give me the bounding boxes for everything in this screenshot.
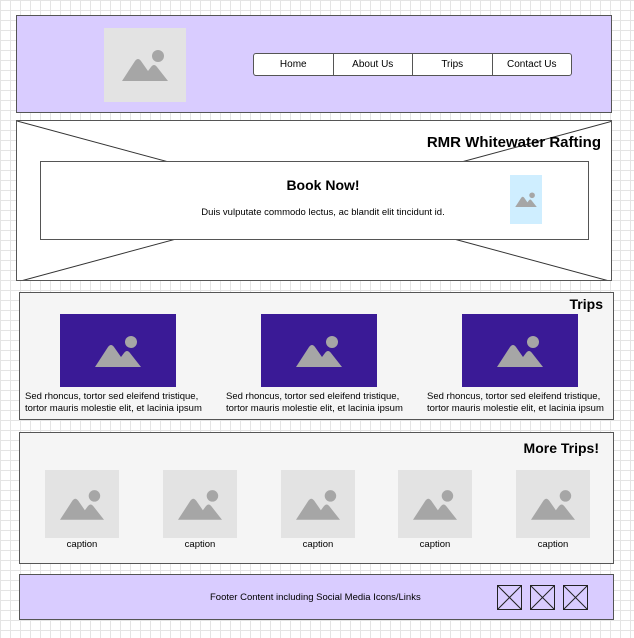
trip-description-3: Sed rhoncus, tortor sed eleifend tristiq… — [427, 391, 604, 415]
image-placeholder-icon — [60, 489, 104, 520]
trip-description-1: Sed rhoncus, tortor sed eleifend tristiq… — [25, 391, 202, 415]
logo-image-placeholder[interactable] — [104, 28, 186, 102]
book-now-image — [510, 175, 542, 224]
social-media-icon-1[interactable] — [497, 585, 522, 610]
more-trip-caption-2: caption — [184, 539, 216, 550]
image-placeholder-icon — [296, 335, 342, 367]
more-trip-caption-3: caption — [302, 539, 334, 550]
trip-description-line: Sed rhoncus, tortor sed eleifend tristiq… — [427, 391, 601, 402]
trip-image-1[interactable] — [60, 314, 176, 387]
main-nav: Home About Us Trips Contact Us — [253, 53, 572, 76]
trip-description-2: Sed rhoncus, tortor sed eleifend tristiq… — [226, 391, 403, 415]
image-placeholder-icon — [122, 50, 168, 81]
trip-description-line: tortor mauris molestie elit, et lacinia … — [226, 403, 403, 414]
footer-text: Footer Content including Social Media Ic… — [210, 592, 421, 603]
more-trip-image-2[interactable] — [163, 470, 237, 538]
image-placeholder-icon — [178, 489, 222, 520]
trip-description-line: Sed rhoncus, tortor sed eleifend tristiq… — [226, 391, 400, 402]
hero-title: RMR Whitewater Rafting — [426, 134, 601, 151]
trip-description-line: tortor mauris molestie elit, et lacinia … — [25, 403, 202, 414]
trips-title: Trips — [569, 296, 603, 312]
trip-image-2[interactable] — [261, 314, 377, 387]
more-trip-image-4[interactable] — [398, 470, 472, 538]
social-media-icon-3[interactable] — [563, 585, 588, 610]
nav-trips[interactable]: Trips — [413, 54, 493, 75]
more-trip-image-5[interactable] — [516, 470, 590, 538]
trip-image-3[interactable] — [462, 314, 578, 387]
site-footer: Footer Content including Social Media Ic… — [19, 574, 614, 620]
image-placeholder-icon — [413, 489, 457, 520]
more-trips-title: More Trips! — [523, 440, 599, 456]
image-placeholder-icon — [95, 335, 141, 367]
nav-home[interactable]: Home — [254, 54, 334, 75]
trip-description-line: tortor mauris molestie elit, et lacinia … — [427, 403, 604, 414]
image-placeholder-icon — [497, 335, 543, 367]
image-placeholder-icon — [531, 489, 575, 520]
more-trip-image-3[interactable] — [281, 470, 355, 538]
more-trip-caption-1: caption — [66, 539, 98, 550]
image-placeholder-icon — [515, 192, 537, 207]
trip-description-line: Sed rhoncus, tortor sed eleifend tristiq… — [25, 391, 199, 402]
social-media-icon-2[interactable] — [530, 585, 555, 610]
more-trip-image-1[interactable] — [45, 470, 119, 538]
nav-about-us[interactable]: About Us — [334, 54, 413, 75]
nav-contact-us[interactable]: Contact Us — [493, 54, 572, 75]
more-trip-caption-4: caption — [419, 539, 451, 550]
more-trip-caption-5: caption — [537, 539, 569, 550]
book-now-card[interactable]: Book Now! Duis vulputate commodo lectus,… — [40, 161, 589, 240]
image-placeholder-icon — [296, 489, 340, 520]
